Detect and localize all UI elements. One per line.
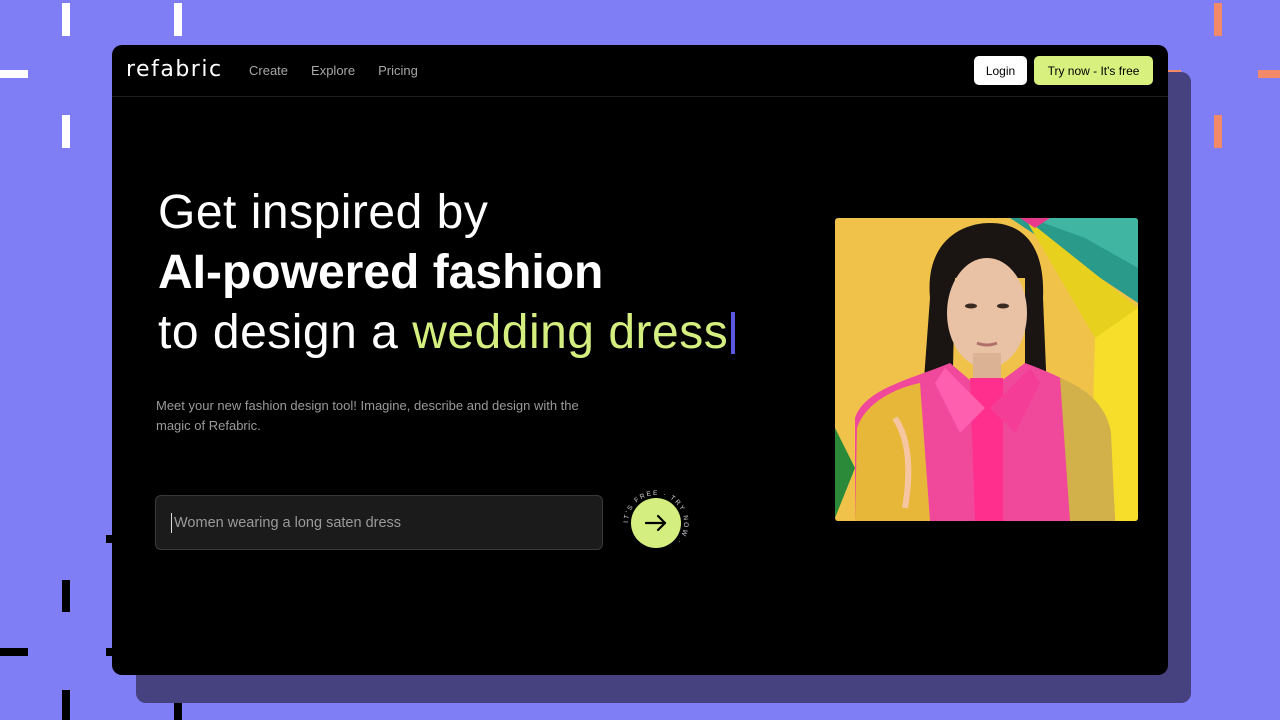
decor-dash: [62, 3, 70, 36]
submit-button[interactable]: IT'S FREE · TRY NOW ·: [620, 487, 692, 559]
hero-description: Meet your new fashion design tool! Imagi…: [156, 398, 579, 433]
brand-logo[interactable]: refabric: [126, 57, 223, 82]
hero-headline: Get inspired by AI-powered fashion to de…: [158, 183, 736, 363]
decor-dash: [62, 690, 70, 720]
browser-window: refabric Create Explore Pricing Login Tr…: [112, 45, 1168, 675]
login-button[interactable]: Login: [974, 56, 1027, 85]
decor-dash: [1214, 115, 1222, 148]
top-navigation: refabric Create Explore Pricing Login Tr…: [112, 45, 1168, 97]
headline-prefix: to design a: [158, 306, 413, 359]
text-cursor: [171, 512, 172, 533]
prompt-input[interactable]: [174, 514, 584, 531]
headline-line-3: to design a wedding dress: [158, 303, 736, 363]
headline-line-1: Get inspired by: [158, 186, 489, 239]
try-now-button[interactable]: Try now - It's free: [1034, 56, 1153, 85]
nav-links: Create Explore Pricing: [249, 63, 418, 78]
decor-dash: [1214, 3, 1222, 36]
headline-line-2: AI-powered fashion: [158, 246, 604, 299]
nav-link-pricing[interactable]: Pricing: [378, 63, 418, 78]
decor-dash: [62, 580, 70, 612]
decor-dash: [0, 70, 28, 78]
decor-dash: [62, 115, 70, 148]
prompt-field[interactable]: [155, 495, 603, 550]
decor-dash: [0, 648, 28, 656]
try-now-badge-icon: IT'S FREE · TRY NOW ·: [623, 490, 687, 548]
headline-accent: wedding dress: [412, 306, 729, 359]
nav-link-create[interactable]: Create: [249, 63, 288, 78]
decor-dash: [174, 3, 182, 36]
decor-dash: [1258, 70, 1280, 78]
nav-link-explore[interactable]: Explore: [311, 63, 355, 78]
typing-caret: [731, 312, 736, 354]
fashion-model-image: [835, 218, 1138, 521]
model-illustration: [835, 218, 1138, 521]
